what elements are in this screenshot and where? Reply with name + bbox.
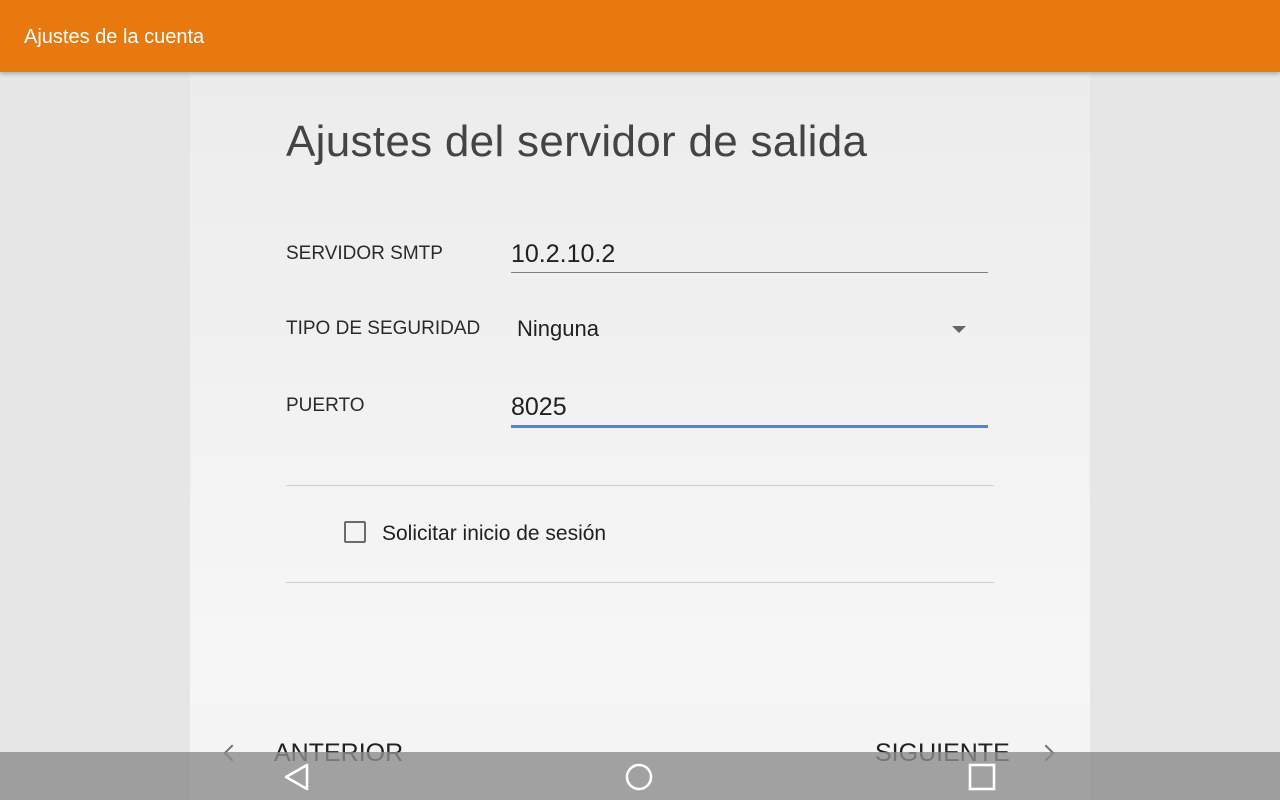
- port-input[interactable]: 8025: [511, 385, 988, 428]
- dropdown-arrow-icon: [952, 326, 966, 333]
- smtp-server-input[interactable]: 10.2.10.2: [511, 232, 988, 273]
- require-login-label: Solicitar inicio de sesión: [382, 522, 607, 545]
- require-login-checkbox[interactable]: [344, 521, 366, 543]
- port-value: 8025: [511, 393, 567, 421]
- security-type-label: TIPO DE SEGURIDAD: [286, 318, 481, 339]
- settings-card: Ajustes del servidor de salida SERVIDOR …: [190, 72, 1090, 704]
- back-icon[interactable]: [282, 763, 312, 791]
- security-type-select[interactable]: Ninguna: [511, 308, 988, 348]
- smtp-server-label: SERVIDOR SMTP: [286, 243, 443, 264]
- divider-bottom: [286, 582, 994, 583]
- page-title: Ajustes del servidor de salida: [286, 117, 868, 166]
- security-type-value: Ninguna: [517, 316, 599, 341]
- home-icon[interactable]: [624, 763, 654, 791]
- system-navigation-bar: [0, 752, 1280, 800]
- require-login-row[interactable]: Solicitar inicio de sesión: [344, 518, 744, 552]
- smtp-server-value: 10.2.10.2: [511, 240, 616, 268]
- app-bar-title: Ajustes de la cuenta: [24, 26, 205, 48]
- recents-icon[interactable]: [967, 763, 997, 791]
- divider-top: [286, 485, 994, 486]
- app-bar: Ajustes de la cuenta: [0, 0, 1280, 72]
- port-label: PUERTO: [286, 395, 365, 416]
